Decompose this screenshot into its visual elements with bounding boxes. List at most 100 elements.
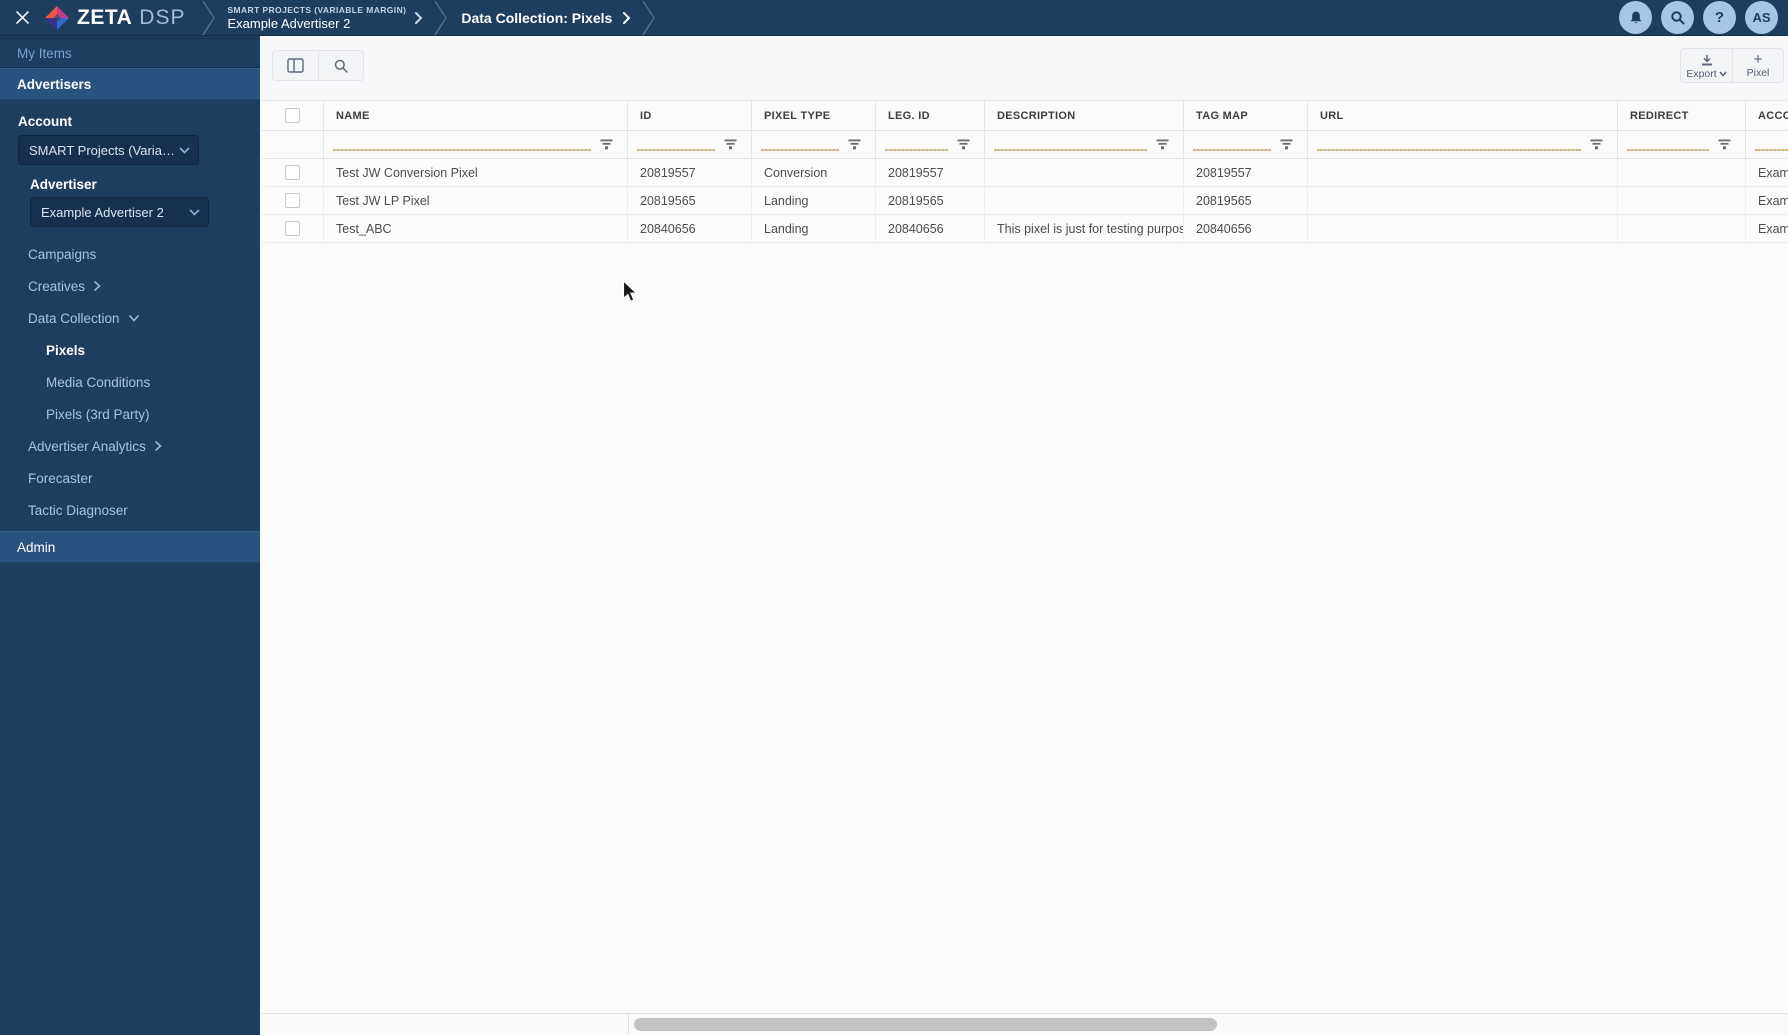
- sidebar-item-forecaster[interactable]: Forecaster: [0, 462, 260, 494]
- select-all-checkbox[interactable]: [285, 108, 300, 123]
- sidebar-item-admin[interactable]: Admin: [0, 531, 260, 563]
- grid-search-icon[interactable]: [318, 51, 363, 80]
- advertiser-label: Advertiser: [30, 177, 97, 192]
- horizontal-scrollbar[interactable]: [262, 1013, 1788, 1035]
- search-icon[interactable]: [1661, 1, 1694, 34]
- filter-input-name[interactable]: [333, 149, 591, 151]
- avatar-initials: AS: [1752, 10, 1771, 25]
- column-header-url[interactable]: URL: [1308, 101, 1618, 130]
- add-pixel-button[interactable]: + Pixel: [1732, 49, 1783, 82]
- sidebar-item-advertisers[interactable]: Advertisers: [0, 68, 260, 100]
- pixels-grid: NAME ID PIXEL TYPE LEG. ID DESCRIPTION T…: [262, 100, 1788, 1035]
- table-row[interactable]: Test JW LP Pixel 20819565 Landing 208195…: [262, 187, 1788, 215]
- notifications-bell-icon[interactable]: [1619, 1, 1652, 34]
- pixel-label: Pixel: [1746, 67, 1770, 79]
- row-checkbox[interactable]: [285, 193, 300, 208]
- scrollbar-thumb[interactable]: [634, 1018, 1217, 1031]
- column-chooser-icon[interactable]: [273, 51, 318, 80]
- filter-icon[interactable]: [1718, 139, 1731, 150]
- sidebar-item-data-collection[interactable]: Data Collection: [0, 302, 260, 334]
- chevron-down-icon: [189, 208, 200, 216]
- breadcrumb-page-title[interactable]: Data Collection: Pixels: [461, 10, 612, 26]
- filter-input-redirect[interactable]: [1627, 149, 1709, 151]
- chevron-right-icon: [93, 280, 101, 292]
- cell-url: [1308, 159, 1618, 186]
- column-header-name[interactable]: NAME: [324, 101, 628, 130]
- plus-icon: +: [1753, 51, 1763, 68]
- chevron-down-icon: [128, 314, 140, 322]
- help-icon[interactable]: ?: [1703, 1, 1736, 34]
- cell-description: [985, 159, 1184, 186]
- filter-icon[interactable]: [1590, 139, 1603, 150]
- sidebar-item-tactic-diagnoser[interactable]: Tactic Diagnoser: [0, 494, 260, 526]
- filter-icon[interactable]: [724, 139, 737, 150]
- chevron-right-icon: [154, 440, 162, 452]
- breadcrumb-separator: [642, 0, 655, 35]
- filter-icon[interactable]: [848, 139, 861, 150]
- export-button[interactable]: Export: [1681, 49, 1732, 82]
- cell-id: 20840656: [628, 215, 752, 242]
- filter-icon[interactable]: [1156, 139, 1169, 150]
- close-icon[interactable]: [0, 10, 44, 25]
- nav-label: Pixels: [46, 342, 86, 358]
- sidebar-item-advertiser-analytics[interactable]: Advertiser Analytics: [0, 430, 260, 462]
- filter-input-leg-id[interactable]: [885, 149, 948, 151]
- nav-label: Advertiser Analytics: [28, 438, 146, 454]
- nav-label: Media Conditions: [46, 374, 151, 390]
- filter-input-description[interactable]: [994, 149, 1147, 151]
- account-select[interactable]: SMART Projects (Variable M...: [18, 135, 199, 165]
- column-header-id[interactable]: ID: [628, 101, 752, 130]
- chevron-right-icon[interactable]: [622, 11, 631, 25]
- sidebar-item-creatives[interactable]: Creatives: [0, 270, 260, 302]
- brand-zeta: ZETA: [77, 5, 133, 29]
- locked-column-divider: [628, 1014, 629, 1035]
- breadcrumb-account-advertiser[interactable]: SMART PROJECTS (VARIABLE MARGIN) Example…: [227, 5, 406, 31]
- help-glyph: ?: [1714, 9, 1725, 26]
- export-label: Export: [1686, 67, 1717, 80]
- row-checkbox[interactable]: [285, 221, 300, 236]
- sidebar-item-pixels-3rd-party[interactable]: Pixels (3rd Party): [0, 398, 260, 430]
- grid-header-row: NAME ID PIXEL TYPE LEG. ID DESCRIPTION T…: [262, 101, 1788, 131]
- sidebar-item-pixels[interactable]: Pixels: [0, 334, 260, 366]
- table-row[interactable]: Test JW Conversion Pixel 20819557 Conver…: [262, 159, 1788, 187]
- sidebar-nav: Campaigns Creatives Data Collection Pixe…: [0, 238, 260, 526]
- download-icon: [1701, 54, 1712, 65]
- user-avatar[interactable]: AS: [1745, 1, 1778, 34]
- chevron-right-icon[interactable]: [414, 11, 423, 25]
- zeta-dsp-logo[interactable]: ZETA DSP: [44, 5, 201, 31]
- filter-input-url[interactable]: [1317, 149, 1581, 151]
- cell-pixel-type: Conversion: [752, 159, 876, 186]
- cell-account: Example A: [1758, 193, 1788, 208]
- cell-description: [985, 187, 1184, 214]
- filter-input-id[interactable]: [637, 149, 715, 151]
- chevron-down-icon: [179, 146, 190, 154]
- filter-input-pixel-type[interactable]: [761, 149, 839, 151]
- filter-icon[interactable]: [957, 139, 970, 150]
- sidebar-item-my-items[interactable]: My Items: [0, 38, 260, 68]
- column-header-redirect[interactable]: REDIRECT: [1618, 101, 1746, 130]
- cell-leg-id: 20819565: [876, 187, 985, 214]
- filter-input-account[interactable]: [1755, 149, 1788, 151]
- cell-id: 20819557: [628, 159, 752, 186]
- filter-input-tag-map[interactable]: [1193, 149, 1271, 151]
- sidebar: My Items Advertisers Account SMART Proje…: [0, 36, 260, 1035]
- grid-toolbar-right: Export + Pixel: [1680, 48, 1784, 83]
- nav-label: Campaigns: [28, 246, 97, 262]
- table-row[interactable]: Test_ABC 20840656 Landing 20840656 This …: [262, 215, 1788, 243]
- row-checkbox[interactable]: [285, 165, 300, 180]
- grid-filter-row: [262, 131, 1788, 159]
- nav-label: Data Collection: [28, 310, 120, 326]
- sidebar-item-media-conditions[interactable]: Media Conditions: [0, 366, 260, 398]
- cell-leg-id: 20819557: [876, 159, 985, 186]
- cell-description: This pixel is just for testing purpose: [985, 215, 1184, 242]
- column-header-account[interactable]: ACCOUNT: [1746, 101, 1788, 130]
- filter-icon[interactable]: [1280, 139, 1293, 150]
- column-header-leg-id[interactable]: LEG. ID: [876, 101, 985, 130]
- cell-redirect: [1618, 215, 1746, 242]
- column-header-pixel-type[interactable]: PIXEL TYPE: [752, 101, 876, 130]
- column-header-tag-map[interactable]: TAG MAP: [1184, 101, 1308, 130]
- column-header-description[interactable]: DESCRIPTION: [985, 101, 1184, 130]
- sidebar-item-campaigns[interactable]: Campaigns: [0, 238, 260, 270]
- advertiser-select[interactable]: Example Advertiser 2: [30, 197, 209, 227]
- filter-icon[interactable]: [600, 139, 613, 150]
